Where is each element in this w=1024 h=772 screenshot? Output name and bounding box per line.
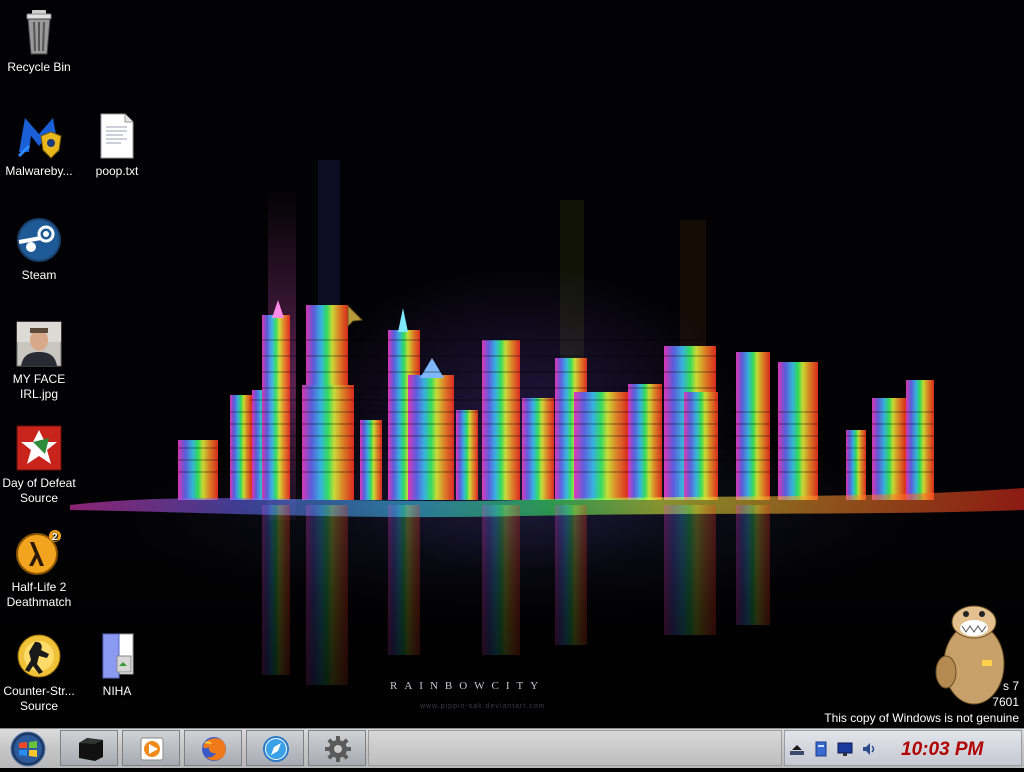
- taskbar-empty-area: [368, 730, 782, 766]
- safari-compass-icon: [263, 736, 289, 762]
- taskbar: 10:03 PM: [0, 728, 1024, 768]
- desktop-icon-label: poop.txt: [95, 164, 139, 178]
- wallpaper-subcaption: www.pippin-sak.deviantart.com: [420, 703, 546, 710]
- taskbar-button-black-box[interactable]: [60, 730, 118, 766]
- desktop-icon-steam[interactable]: Steam: [0, 216, 78, 283]
- text-file-icon: [100, 113, 134, 159]
- counter-strike-icon: [17, 634, 61, 678]
- desktop-icon-label: NIHA: [102, 684, 132, 698]
- firefox-icon: [202, 737, 226, 761]
- recycle-bin-icon: [26, 10, 52, 55]
- start-button[interactable]: [2, 730, 54, 767]
- black-box-icon: [79, 738, 103, 761]
- desktop-icon-label: Half-Life 2 Deathmatch: [6, 580, 72, 609]
- system-tray: 10:03 PM: [784, 730, 1022, 766]
- desktop-icon-poop-txt[interactable]: poop.txt: [78, 112, 156, 179]
- wallpaper-caption: RAINBOWCITY: [390, 680, 546, 692]
- desktop-icon-counter-strike[interactable]: Counter-Str... Source: [0, 632, 78, 714]
- watermark-genuine-notice: This copy of Windows is not genuine: [824, 711, 1019, 725]
- desktop-icon-my-face-irl[interactable]: MY FACE IRL.jpg: [0, 320, 78, 402]
- taskbar-button-media-player[interactable]: [122, 730, 180, 766]
- network-drive-icon[interactable]: [813, 741, 829, 757]
- monitor-icon[interactable]: [837, 741, 853, 757]
- desktop-icon-malwarebytes[interactable]: Malwareby...: [0, 112, 78, 179]
- taskbar-clock[interactable]: 10:03 PM: [901, 739, 983, 761]
- wallpaper: [0, 160, 1024, 728]
- desktop-icon-recycle-bin[interactable]: Recycle Bin: [0, 8, 78, 75]
- photo-thumbnail-icon: [16, 321, 62, 367]
- malwarebytes-icon: [17, 118, 62, 159]
- file-icon: [102, 633, 134, 679]
- desktop: RAINBOWCITY www.pippin-sak.deviantart.co…: [0, 0, 1024, 728]
- steam-icon: [17, 218, 61, 262]
- half-life-lambda-icon: 2: [16, 530, 61, 575]
- desktop-icon-niha[interactable]: NIHA: [78, 632, 156, 699]
- watermark-line-1: s 7: [1002, 679, 1019, 693]
- watermark-line-2: 7601: [992, 695, 1019, 709]
- taskbar-button-settings[interactable]: [308, 730, 366, 766]
- desktop-icon-label: Counter-Str... Source: [3, 684, 75, 713]
- media-player-icon: [140, 737, 164, 761]
- show-hidden-icons-arrow[interactable]: [789, 741, 805, 757]
- desktop-icon-label: Day of Defeat Source: [2, 476, 76, 505]
- svg-text:2: 2: [52, 532, 58, 543]
- desktop-icon-label: MY FACE IRL.jpg: [12, 372, 66, 401]
- taskbar-button-firefox[interactable]: [184, 730, 242, 766]
- desktop-icon-day-of-defeat[interactable]: Day of Defeat Source: [0, 424, 78, 506]
- desktop-icon-label: Recycle Bin: [7, 60, 71, 74]
- desktop-icon-label: Steam: [21, 268, 57, 282]
- taskbar-button-safari[interactable]: [246, 730, 304, 766]
- start-orb-icon: [10, 731, 46, 767]
- volume-icon[interactable]: [861, 741, 877, 757]
- desktop-icon-label: Malwareby...: [5, 164, 73, 178]
- desktop-icon-half-life-2[interactable]: 2 Half-Life 2 Deathmatch: [0, 528, 78, 610]
- windows-watermark: s 7 7601 This copy of Windows is not gen…: [824, 678, 1019, 726]
- day-of-defeat-icon: [16, 425, 62, 471]
- gear-icon: [325, 736, 351, 762]
